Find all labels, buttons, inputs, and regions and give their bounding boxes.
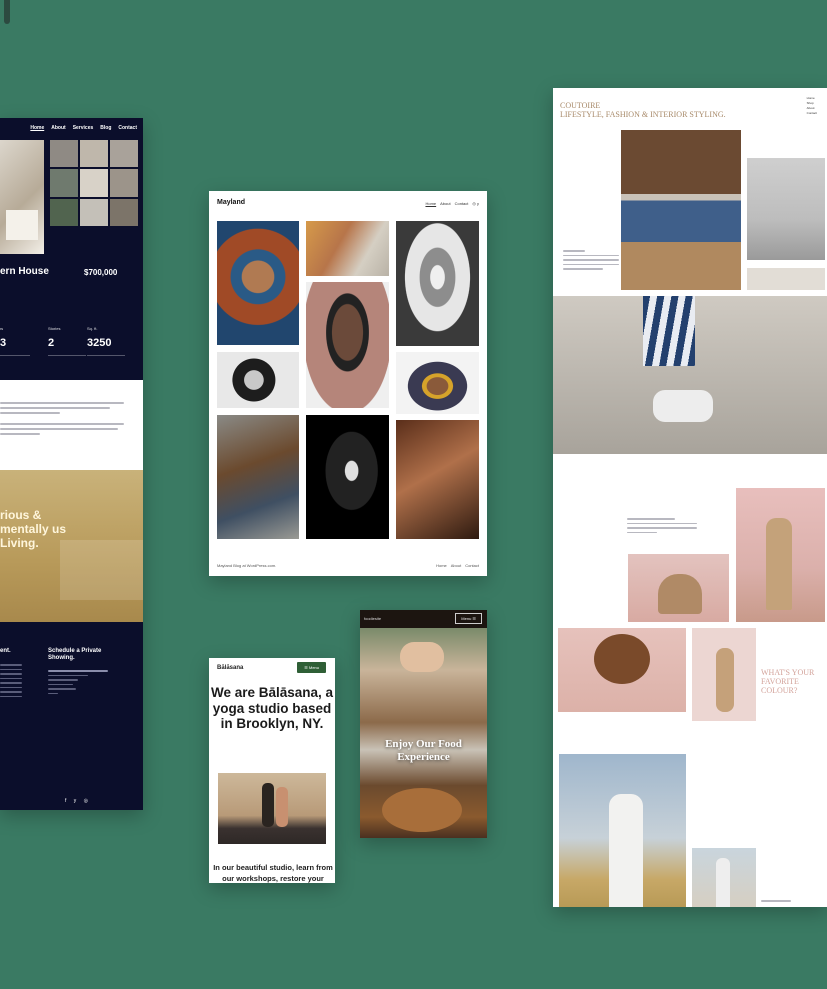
fashion-photo[interactable] xyxy=(747,158,825,260)
mayland-site-card[interactable]: Mayland Home About Contact ◎ y Mayland B… xyxy=(209,191,487,576)
balasana-paragraph: In our beautiful studio, learn from our … xyxy=(213,863,333,883)
fashion-photo[interactable] xyxy=(559,754,686,907)
food-photo xyxy=(360,628,487,838)
top-left-marker xyxy=(4,0,10,24)
portrait-photo[interactable] xyxy=(396,352,479,414)
realty-social-icons[interactable]: f y ◎ xyxy=(65,798,91,804)
mayland-nav: Home About Contact ◎ y xyxy=(425,201,479,206)
portrait-photo[interactable] xyxy=(306,282,389,408)
stat-sqft: Sq. ft. 3250 xyxy=(87,326,125,356)
portrait-photo[interactable] xyxy=(217,352,299,408)
collection-text xyxy=(627,518,697,536)
nav-services-link[interactable]: Services xyxy=(73,125,94,131)
portrait-photo[interactable] xyxy=(396,221,479,346)
hero-banner: rious & mentally us Living. xyxy=(0,470,143,622)
nav-contact-link[interactable]: Contact xyxy=(118,125,137,131)
intro-text xyxy=(563,250,619,273)
footer-about-link[interactable]: About xyxy=(451,563,461,568)
nav-contact-link[interactable]: Contact xyxy=(455,201,469,206)
nav-blog-link[interactable]: Blog xyxy=(100,125,111,131)
mayland-logo[interactable]: Mayland xyxy=(217,199,245,206)
fashion-photo[interactable] xyxy=(558,628,686,712)
nav-contact-link[interactable]: Contact xyxy=(807,111,817,116)
nav-home-link[interactable]: Home xyxy=(30,125,44,131)
realty-nav: Home About Services Blog Contact xyxy=(30,125,137,131)
caption-text xyxy=(761,900,791,905)
portrait-photo[interactable] xyxy=(306,221,389,276)
hero-heading: rious & mentally us Living. xyxy=(0,508,67,550)
portrait-photo[interactable] xyxy=(396,420,479,539)
fashion-photo[interactable] xyxy=(747,268,825,290)
favorite-colour-heading: WHAT'S YOUR FAVORITE COLOUR? xyxy=(761,668,815,695)
social-icons[interactable]: ◎ y xyxy=(472,201,479,206)
portrait-photo[interactable] xyxy=(217,415,299,539)
balasana-heading: We are Bālāsana, a yoga studio based in … xyxy=(210,685,334,731)
listing-title: ern House xyxy=(0,266,49,277)
foodie-site-card[interactable]: foodiesite Menu ☰ Enjoy Our Food Experie… xyxy=(360,610,487,838)
fashion-photo[interactable] xyxy=(621,130,741,290)
couture-nav: Home Shop About Contact xyxy=(807,96,817,116)
fashion-photo[interactable] xyxy=(692,628,756,721)
footer-contact-link[interactable]: Contact xyxy=(465,563,479,568)
footer-home-link[interactable]: Home xyxy=(436,563,447,568)
fashion-photo[interactable] xyxy=(628,554,729,622)
portrait-photo[interactable] xyxy=(306,415,389,539)
mayland-footer-nav: Home About Contact xyxy=(436,563,479,568)
balasana-site-card[interactable]: Bālāsana ☰ Menu We are Bālāsana, a yoga … xyxy=(209,658,335,883)
nav-about-link[interactable]: About xyxy=(51,125,65,131)
balasana-logo[interactable]: Bālāsana xyxy=(217,665,243,671)
foodie-logo[interactable]: foodiesite xyxy=(364,616,381,621)
menu-button[interactable]: ☰ Menu xyxy=(297,662,326,673)
couture-title: COUTOIRE LIFESTYLE, FASHION & INTERIOR S… xyxy=(560,101,726,119)
house-thumb-grid xyxy=(50,140,138,226)
realty-site-card[interactable]: Home About Services Blog Contact ern Hou… xyxy=(0,118,143,810)
stat-rooms: rooms 3 xyxy=(0,326,30,356)
menu-button[interactable]: Menu ☰ xyxy=(455,613,482,624)
nav-about-link[interactable]: About xyxy=(440,201,450,206)
yoga-photo[interactable] xyxy=(218,773,326,844)
mayland-footer-text: Mayland Blog at WordPress.com. xyxy=(217,563,277,568)
couture-site-card[interactable]: COUTOIRE LIFESTYLE, FASHION & INTERIOR S… xyxy=(553,88,827,907)
description-section xyxy=(0,380,143,470)
fashion-photo[interactable] xyxy=(553,296,827,454)
col2-title: Schedule a Private Showing. xyxy=(48,648,102,661)
house-photo-main xyxy=(0,140,44,254)
col1-title: ent. xyxy=(0,648,11,654)
foodie-heading: Enjoy Our Food Experience xyxy=(385,738,462,763)
nav-home-link[interactable]: Home xyxy=(425,201,436,206)
fashion-photo[interactable] xyxy=(736,488,825,622)
listing-price: $700,000 xyxy=(84,268,118,277)
portrait-photo[interactable] xyxy=(217,221,299,345)
fashion-photo[interactable] xyxy=(692,848,756,907)
stat-stories: Stories 2 xyxy=(48,326,86,356)
